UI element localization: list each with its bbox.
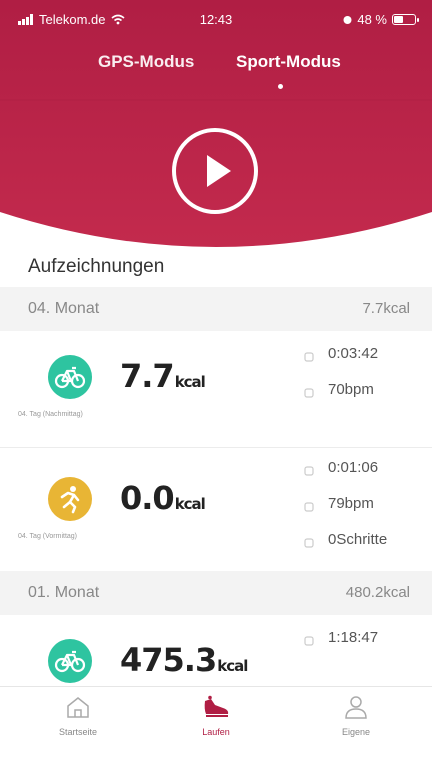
battery-icon xyxy=(392,14,419,25)
tab-eigene[interactable]: Eigene xyxy=(306,695,406,737)
kcal-number: 7.7 xyxy=(120,357,175,395)
kcal-number: 475.3 xyxy=(120,641,217,679)
tab-gps-mode[interactable]: GPS-Modus xyxy=(98,52,194,72)
sport-type-badge xyxy=(48,477,92,521)
runner-icon xyxy=(60,486,80,514)
month-label: 01. Monat xyxy=(28,584,100,601)
stat-value: 70bpm xyxy=(328,381,374,398)
record-stat: 79bpm xyxy=(304,495,374,512)
battery-percent: 48 % xyxy=(357,12,387,27)
stat-value: 0:01:06 xyxy=(328,459,379,476)
clock-icon xyxy=(304,633,314,646)
stat-value: 0:03:42 xyxy=(328,345,379,362)
kcal-number: 0.0 xyxy=(120,479,175,517)
header-hero: Telekom.de 12:43 48 % GPS-Modus Sport-Mo… xyxy=(0,0,432,250)
person-icon xyxy=(345,696,367,719)
workout-record[interactable]: 04. Tag (Nachmittag) 7.7kcal 0:03:42 70bpm xyxy=(0,331,432,448)
kcal-unit: kcal xyxy=(174,495,206,513)
month-summary-row: 01. Monat 480.2kcal xyxy=(0,571,432,615)
record-stat: 0Schritte xyxy=(304,531,387,548)
start-workout-button[interactable] xyxy=(172,128,258,214)
bottom-tab-bar: Startseite Laufen Eigene xyxy=(0,686,432,757)
tab-sport-mode[interactable]: Sport-Modus xyxy=(236,52,341,72)
month-kcal: 480.2kcal xyxy=(345,584,410,601)
heart-rate-icon xyxy=(304,499,314,512)
tab-label: Startseite xyxy=(58,727,98,737)
mode-tabs: GPS-Modus Sport-Modus xyxy=(0,52,432,92)
tab-label: Eigene xyxy=(341,727,371,737)
running-shoe-icon xyxy=(204,695,229,717)
clock-icon xyxy=(304,349,314,362)
tab-laufen[interactable]: Laufen xyxy=(166,695,266,737)
workout-record[interactable]: 04. Tag (Vormittag) 0.0kcal 0:01:06 79bpm 0S… xyxy=(0,447,432,572)
month-kcal: 7.7kcal xyxy=(362,300,410,317)
record-stat: 0:03:42 xyxy=(304,345,378,362)
record-kcal-value: 7.7kcal xyxy=(120,357,206,395)
records-heading: Aufzeichnungen xyxy=(28,256,165,277)
month-summary-row: 04. Monat 7.7kcal xyxy=(0,287,432,331)
tab-label: Laufen xyxy=(202,727,230,737)
stat-value: 0Schritte xyxy=(328,531,388,548)
footsteps-icon xyxy=(304,535,314,548)
play-icon xyxy=(207,155,231,187)
record-stat: 70bpm xyxy=(304,381,374,398)
sport-type-badge xyxy=(48,639,92,683)
bicycle-icon xyxy=(54,366,86,389)
kcal-unit: kcal xyxy=(174,373,206,391)
record-day: 04. Tag (Nachmittag) xyxy=(18,411,83,418)
record-kcal-value: 475.3kcal xyxy=(120,641,248,679)
home-icon xyxy=(67,697,89,718)
record-stat: 0:01:06 xyxy=(304,459,378,476)
battery-fill xyxy=(394,16,404,23)
heart-rate-icon xyxy=(304,385,314,398)
record-stat: 1:18:47 xyxy=(304,629,378,646)
alarm-icon xyxy=(343,16,352,24)
month-label: 04. Monat xyxy=(28,300,100,317)
active-tab-indicator xyxy=(278,84,283,89)
kcal-unit: kcal xyxy=(217,657,248,675)
sport-type-badge xyxy=(48,355,92,399)
stat-value: 1:18:47 xyxy=(328,629,379,646)
status-bar: Telekom.de 12:43 48 % xyxy=(0,10,432,32)
clock-icon xyxy=(304,463,314,476)
tab-startseite[interactable]: Startseite xyxy=(28,695,128,737)
stat-value: 79bpm xyxy=(328,495,374,512)
bicycle-icon xyxy=(54,650,86,673)
record-day: 04. Tag (Vormittag) xyxy=(18,533,78,540)
record-kcal-value: 0.0kcal xyxy=(120,479,206,517)
